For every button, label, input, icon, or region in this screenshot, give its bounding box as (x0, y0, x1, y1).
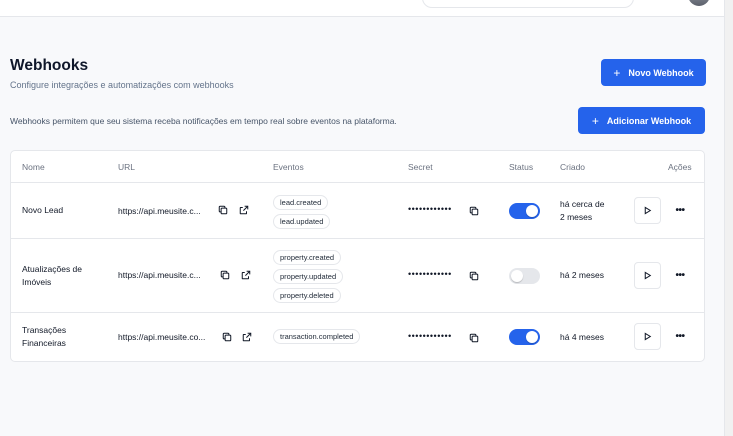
toggle-knob (526, 331, 538, 343)
column-header-name: Nome (22, 162, 45, 172)
webhook-url: https://api.meusite.c... (118, 270, 201, 280)
secret-value: •••••••••••• (408, 269, 452, 279)
webhooks-table: Nome URL Eventos Secret Status Criado Aç… (10, 150, 705, 362)
table-row: Atualizações de Imóveis https://api.meus… (11, 239, 704, 313)
webhook-name: Transações Financeiras (22, 324, 66, 350)
test-webhook-button[interactable] (634, 197, 661, 224)
scrollbar[interactable] (724, 0, 733, 436)
plus-icon: + (613, 65, 621, 80)
copy-icon[interactable] (221, 331, 233, 343)
page-title: Webhooks (10, 57, 89, 74)
event-badge: property.updated (273, 269, 344, 284)
event-badge: transaction.completed (273, 329, 361, 344)
column-header-actions: Ações (668, 162, 692, 172)
info-text: Webhooks permitem que seu sistema receba… (10, 116, 397, 126)
search-input[interactable] (422, 0, 634, 8)
created-date: há 2 meses (560, 269, 604, 282)
status-toggle[interactable] (509, 203, 540, 219)
top-bar (0, 0, 724, 17)
new-webhook-label: Novo Webhook (628, 67, 694, 78)
play-icon (644, 332, 652, 341)
event-badge: lead.created (273, 195, 329, 210)
created-line: há 4 meses (560, 332, 604, 342)
copy-icon[interactable] (468, 270, 480, 282)
webhook-name-line: Imóveis (22, 277, 52, 287)
webhook-name-line: Financeiras (22, 338, 66, 348)
column-header-url: URL (118, 162, 136, 172)
event-list: property.created property.updated proper… (273, 250, 344, 303)
table-row: Transações Financeiras https://api.meusi… (11, 313, 704, 362)
play-icon (644, 206, 652, 215)
column-header-secret: Secret (408, 162, 433, 172)
more-horizontal-icon[interactable]: ••• (673, 269, 687, 281)
secret-value: •••••••••••• (408, 331, 452, 341)
secret-value: •••••••••••• (408, 204, 452, 214)
column-header-status: Status (509, 162, 534, 172)
toggle-knob (526, 205, 538, 217)
event-badge: property.deleted (273, 288, 341, 303)
copy-icon[interactable] (468, 205, 480, 217)
webhook-url: https://api.meusite.co... (118, 332, 206, 342)
column-header-events: Eventos (273, 162, 304, 172)
external-link-icon[interactable] (240, 269, 252, 281)
add-webhook-button[interactable]: + Adicionar Webhook (578, 107, 705, 134)
webhook-name: Novo Lead (22, 204, 63, 217)
play-icon (644, 271, 652, 280)
webhook-name: Atualizações de Imóveis (22, 263, 82, 289)
toggle-knob (511, 270, 523, 282)
external-link-icon[interactable] (238, 204, 250, 216)
webhook-url: https://api.meusite.c... (118, 206, 201, 216)
avatar[interactable] (688, 0, 710, 6)
add-webhook-label: Adicionar Webhook (606, 115, 692, 126)
status-toggle[interactable] (509, 329, 540, 345)
event-list: transaction.completed (273, 329, 361, 344)
copy-icon[interactable] (217, 204, 229, 216)
event-badge: lead.updated (273, 214, 331, 229)
copy-icon[interactable] (219, 269, 231, 281)
test-webhook-button[interactable] (634, 262, 661, 289)
created-line: há 2 meses (560, 270, 604, 280)
created-line: há cerca de (560, 199, 605, 209)
plus-icon: + (591, 113, 599, 128)
event-badge: property.created (273, 250, 342, 265)
test-webhook-button[interactable] (634, 323, 661, 350)
more-horizontal-icon[interactable]: ••• (673, 204, 687, 216)
created-date: há 4 meses (560, 331, 604, 344)
column-header-created: Criado (560, 162, 586, 172)
table-header: Nome URL Eventos Secret Status Criado Aç… (11, 151, 704, 183)
status-toggle[interactable] (509, 268, 540, 284)
copy-icon[interactable] (468, 332, 480, 344)
table-row: Novo Lead https://api.meusite.c... lead.… (11, 183, 704, 239)
more-horizontal-icon[interactable]: ••• (673, 330, 687, 342)
webhook-name-line: Atualizações de (22, 264, 83, 274)
created-line: 2 meses (560, 212, 593, 222)
webhook-name-line: Novo Lead (22, 205, 64, 215)
event-list: lead.created lead.updated (273, 195, 331, 229)
webhook-name-line: Transações (22, 325, 67, 335)
created-date: há cerca de 2 meses (560, 198, 604, 224)
external-link-icon[interactable] (241, 331, 253, 343)
new-webhook-button[interactable]: + Novo Webhook (601, 59, 706, 86)
page-subtitle: Configure integrações e automatizações c… (10, 80, 234, 90)
